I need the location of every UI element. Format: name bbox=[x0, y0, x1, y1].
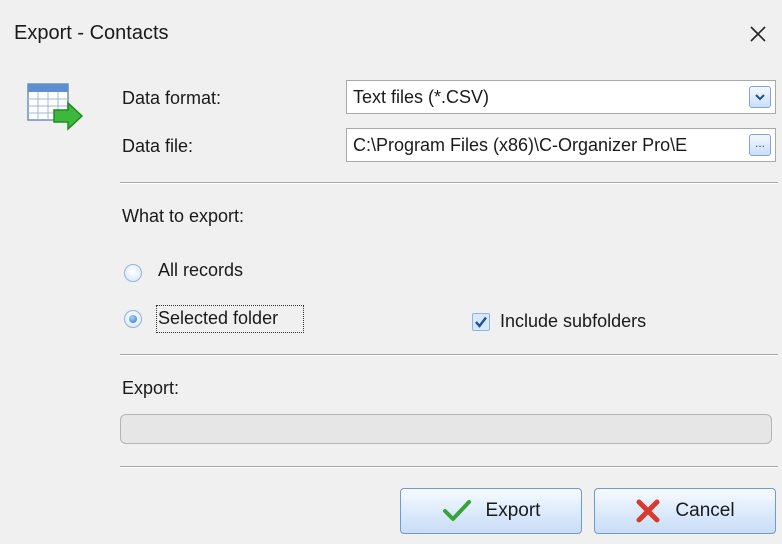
what-to-export-heading: What to export: bbox=[122, 206, 245, 226]
ellipsis-icon: ... bbox=[754, 136, 765, 150]
all-records-radio[interactable] bbox=[124, 264, 142, 282]
close-icon bbox=[750, 26, 766, 42]
export-progress-bar bbox=[120, 414, 772, 444]
data-file-label: Data file: bbox=[122, 136, 194, 156]
data-file-input[interactable]: C:\Program Files (x86)\C-Organizer Pro\E… bbox=[346, 128, 776, 162]
dropdown-button[interactable] bbox=[749, 86, 771, 108]
include-subfolders-checkbox[interactable] bbox=[472, 313, 490, 331]
export-button[interactable]: Export bbox=[400, 488, 582, 534]
checkmark-icon bbox=[442, 500, 471, 521]
all-records-label[interactable]: All records bbox=[158, 260, 243, 281]
cancel-button[interactable]: Cancel bbox=[594, 488, 776, 534]
selected-folder-label[interactable]: Selected folder bbox=[158, 308, 278, 329]
close-button[interactable] bbox=[740, 18, 776, 50]
data-format-value: Text files (*.CSV) bbox=[353, 87, 490, 107]
separator bbox=[120, 182, 778, 184]
data-format-label: Data format: bbox=[122, 88, 222, 108]
selected-folder-radio[interactable] bbox=[124, 310, 142, 328]
include-subfolders-label[interactable]: Include subfolders bbox=[500, 311, 646, 332]
export-button-label: Export bbox=[485, 500, 541, 521]
title-bar: Export - Contacts bbox=[0, 8, 782, 60]
cancel-button-label: Cancel bbox=[675, 500, 735, 521]
browse-button[interactable]: ... bbox=[749, 134, 771, 156]
table-export-icon bbox=[27, 83, 84, 131]
window-title: Export - Contacts bbox=[14, 22, 169, 44]
separator bbox=[120, 466, 778, 468]
data-file-value: C:\Program Files (x86)\C-Organizer Pro\E bbox=[353, 135, 688, 155]
separator bbox=[120, 354, 778, 356]
export-progress-label: Export: bbox=[122, 378, 180, 398]
data-format-select[interactable]: Text files (*.CSV) bbox=[346, 80, 776, 114]
dialog-body: Data format: Text files (*.CSV) Data fil… bbox=[0, 60, 782, 544]
checkmark-icon bbox=[475, 316, 487, 328]
export-dialog: Export - Contacts Data format: Text file… bbox=[0, 0, 782, 544]
x-icon bbox=[636, 499, 660, 523]
chevron-down-icon bbox=[755, 94, 765, 101]
